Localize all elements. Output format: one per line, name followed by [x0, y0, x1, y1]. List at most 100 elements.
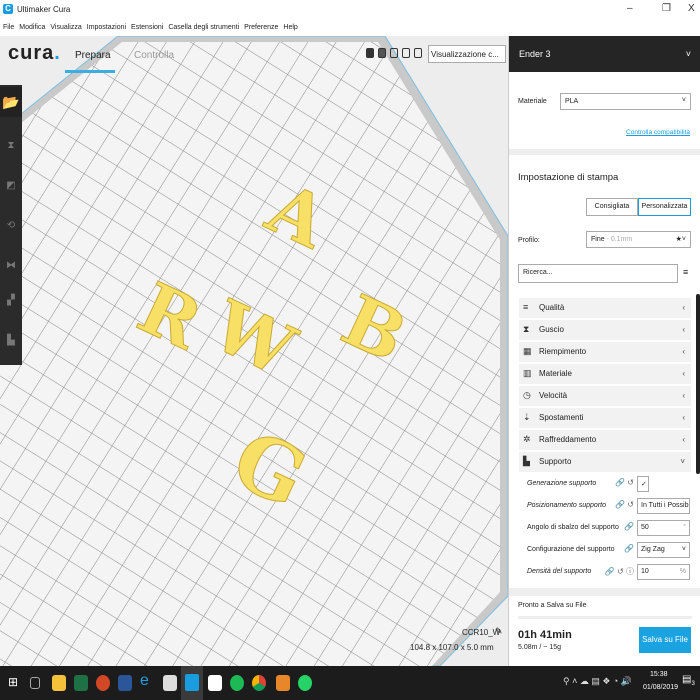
custom-button[interactable]: Personalizzata	[638, 198, 691, 216]
3d-viewport[interactable]: A R W B G CCR10_W ✎ 104.8 x 107.0 x 5.0 …	[0, 36, 508, 666]
link-icon[interactable]: 🔗	[624, 522, 634, 531]
chevron-down-icon: ˅	[680, 457, 685, 466]
menu-preferenze[interactable]: Preferenze	[244, 24, 278, 31]
tab-prepara[interactable]: Prepara	[75, 50, 111, 61]
field-value: 50	[641, 524, 649, 531]
mail-icon[interactable]	[163, 675, 177, 691]
scrollbar[interactable]	[696, 294, 700, 474]
category-qualita[interactable]: ≡ Qualità ‹	[519, 298, 691, 318]
open-file-icon[interactable]: 📂	[0, 87, 22, 117]
word-icon[interactable]	[118, 675, 132, 691]
cura-taskbar-button[interactable]	[181, 666, 203, 700]
dropbox-icon[interactable]	[208, 675, 222, 691]
chevron-down-icon: ˅	[685, 49, 691, 59]
machine-name: Ender 3	[519, 49, 551, 59]
category-label: Guscio	[539, 325, 564, 334]
clock-date[interactable]: 01/08/2019	[643, 684, 678, 691]
category-riempimento[interactable]: ▦ Riempimento ‹	[519, 342, 691, 362]
tab-controlla[interactable]: Controlla	[134, 50, 174, 61]
menu-estensioni[interactable]: Estensioni	[131, 24, 163, 31]
chevron-down-icon: ˅	[681, 97, 686, 104]
object-dimensions: 104.8 x 107.0 x 5.0 mm	[410, 643, 494, 652]
menu-help[interactable]: Help	[283, 24, 297, 31]
excel-icon[interactable]	[74, 675, 88, 691]
task-view-icon[interactable]	[30, 677, 40, 689]
pencil-icon[interactable]: ✎	[495, 626, 503, 637]
speed-icon: ◷	[523, 390, 531, 400]
menu-modifica[interactable]: Modifica	[19, 24, 45, 31]
category-raffreddamento[interactable]: ✲ Raffreddamento ‹	[519, 430, 691, 450]
chevron-left-icon: ‹	[682, 413, 685, 422]
profile-select[interactable]: Fine - 0.1mm ★˅	[586, 231, 691, 248]
category-spostamenti[interactable]: ⇣ Spostamenti ‹	[519, 408, 691, 428]
per-model-settings-icon[interactable]: ▞	[3, 295, 19, 315]
field-value: 10	[641, 568, 649, 575]
settings-menu-icon[interactable]: ≡	[683, 267, 688, 277]
support-placement-select[interactable]: In Tutti i Possibi...	[637, 498, 690, 514]
support-density-input[interactable]: 10%	[637, 564, 690, 580]
spotify-icon[interactable]	[230, 675, 244, 691]
category-guscio[interactable]: ⧗ Guscio ‹	[519, 320, 691, 340]
category-materiale[interactable]: ▥ Materiale ‹	[519, 364, 691, 384]
machine-selector[interactable]: Ender 3 ˅	[509, 36, 700, 72]
close-button[interactable]: X	[688, 3, 695, 14]
view-3d-icon[interactable]	[366, 48, 374, 58]
setting-row: Angolo di sbalzo del supporto 🔗 50 °	[527, 518, 692, 538]
compatibility-link[interactable]: Controlla compatibilità	[626, 129, 690, 136]
support-enable-checkbox[interactable]: ✓	[637, 476, 649, 492]
setting-row: Configurazione del supporto 🔗 Zig Zag ˅	[527, 540, 692, 560]
menu-casella[interactable]: Casella degli strumenti	[168, 24, 239, 31]
link-reset-info-icons[interactable]: 🔗 ↺ ⓘ	[605, 566, 634, 577]
rotate-tool-icon[interactable]: ⟲	[3, 220, 19, 240]
mirror-tool-icon[interactable]: ⧓	[3, 260, 19, 280]
category-label: Materiale	[539, 369, 572, 378]
move-tool-icon[interactable]: ⧗	[3, 140, 19, 160]
recommended-button[interactable]: Consigliata	[586, 198, 638, 216]
view-left-icon[interactable]	[402, 48, 410, 58]
view-front-icon[interactable]	[378, 48, 386, 58]
search-placeholder: Ricerca...	[523, 269, 553, 276]
notifications-icon[interactable]: ▤3	[682, 674, 695, 687]
category-velocita[interactable]: ◷ Velocità ‹	[519, 386, 691, 406]
view-mode-select[interactable]: Visualizzazione c...	[428, 45, 506, 63]
support-pattern-select[interactable]: Zig Zag ˅	[637, 542, 690, 558]
whatsapp-icon[interactable]	[298, 675, 312, 691]
cooling-icon: ✲	[523, 434, 531, 444]
category-label: Spostamenti	[539, 413, 584, 422]
status-text: Pronto a Salva su File	[518, 602, 587, 609]
link-reset-icons[interactable]: 🔗 ↺	[615, 478, 634, 487]
app-f-icon[interactable]	[276, 675, 290, 691]
view-top-icon[interactable]	[390, 48, 398, 58]
notification-count: 3	[691, 681, 695, 687]
support-blocker-icon[interactable]: ▙	[3, 335, 19, 355]
menu-visualizza[interactable]: Visualizza	[50, 24, 81, 31]
left-toolbar: 📂 ⧗ ◩ ⟲ ⧓ ▞ ▙	[0, 85, 22, 365]
edge-icon[interactable]: e	[140, 672, 154, 689]
maximize-button[interactable]: ❐	[662, 3, 671, 14]
save-to-file-button[interactable]: Salva su File	[639, 627, 691, 653]
start-icon[interactable]: ⊞	[8, 675, 22, 691]
chevron-left-icon: ‹	[682, 435, 685, 444]
chevron-left-icon: ‹	[682, 303, 685, 312]
menu-file[interactable]: File	[3, 24, 14, 31]
link-icon[interactable]: 🔗	[624, 544, 634, 553]
scale-tool-icon[interactable]: ◩	[3, 180, 19, 200]
system-tray-icons[interactable]: ⚲ ˄ ☁ ▤ ❖ ◔ 🔊	[563, 676, 632, 687]
chrome-icon[interactable]	[252, 675, 266, 691]
setting-label: Posizionamento supporto	[527, 502, 606, 509]
support-angle-input[interactable]: 50 °	[637, 520, 690, 536]
view-right-icon[interactable]	[414, 48, 422, 58]
material-usage: 5.08m / ~ 15g	[518, 644, 562, 651]
menu-impostazioni[interactable]: Impostazioni	[87, 24, 126, 31]
chevron-left-icon: ‹	[682, 347, 685, 356]
powerpoint-icon[interactable]	[96, 675, 110, 691]
settings-panel: Ender 3 ˅ Materiale PLA ˅ Controlla compat…	[508, 36, 700, 666]
minimize-button[interactable]: –	[627, 3, 633, 14]
category-supporto[interactable]: ▙ Supporto ˅	[519, 452, 691, 472]
material-select[interactable]: PLA ˅	[560, 93, 691, 110]
clock-time[interactable]: 15:38	[650, 671, 668, 678]
category-label: Riempimento	[539, 347, 587, 356]
search-input[interactable]: Ricerca...	[518, 264, 678, 283]
link-reset-icons[interactable]: 🔗 ↺	[615, 500, 634, 509]
file-explorer-icon[interactable]	[52, 675, 66, 691]
